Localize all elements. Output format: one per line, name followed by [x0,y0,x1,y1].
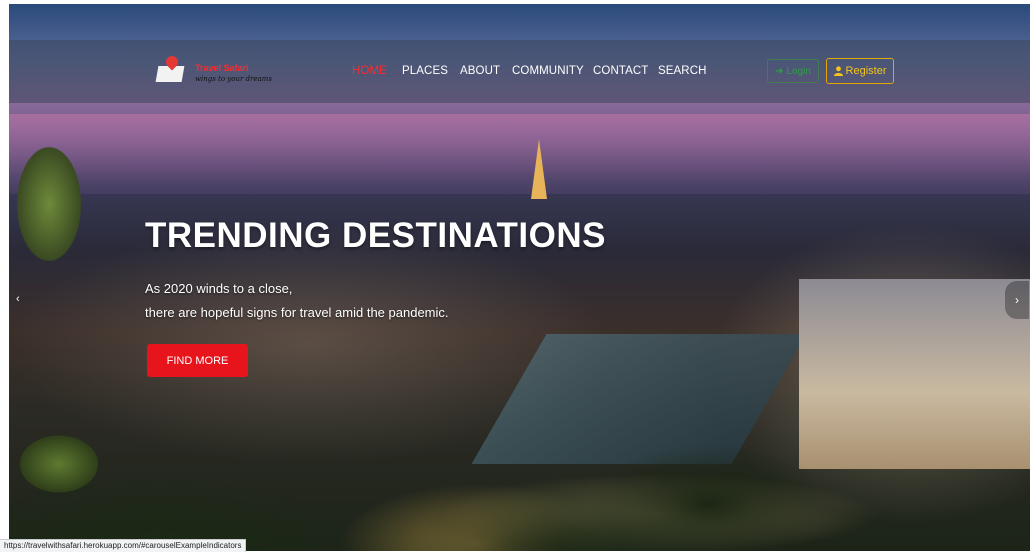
chevron-right-icon: › [1015,293,1019,307]
sign-in-icon: ➜ [775,65,784,77]
brand-name: Travel Safari [195,63,249,73]
nav-contact[interactable]: CONTACT [593,65,648,77]
login-button[interactable]: ➜ Login [767,59,819,83]
register-label: Register [845,65,887,77]
nav-search[interactable]: SEARCH [658,65,707,77]
sky-background [9,114,1030,194]
hero-subtitle-line-2: there are hopeful signs for travel amid … [145,305,449,320]
hero-title: TRENDING DESTINATIONS [145,216,606,255]
eiffel-tower [531,139,547,199]
gargoyle-statue-top [9,114,99,284]
nav-community[interactable]: COMMUNITY [512,65,584,77]
nav-places[interactable]: PLACES [402,65,448,77]
login-label: Login [786,65,811,77]
carousel-next-button[interactable]: › [1005,281,1029,319]
hero-subtitle-line-1: As 2020 winds to a close, [145,281,293,296]
gargoyle-statue-bottom [9,414,119,514]
building [799,279,1030,469]
brand-logo[interactable]: Travel Safari wings to your dreams [155,53,272,88]
find-more-button[interactable]: FIND MORE [147,344,248,377]
user-icon [833,66,843,76]
nav-about[interactable]: ABOUT [460,65,500,77]
carousel-prev-button[interactable]: ‹ [16,293,20,305]
brand-tagline: wings to your dreams [195,75,272,83]
status-bar-url: https://travelwithsafari.herokuapp.com/#… [0,539,247,552]
trees [9,444,1030,551]
nav-home[interactable]: HOME [352,65,387,77]
register-button[interactable]: Register [826,58,894,84]
chevron-left-icon: ‹ [16,293,20,305]
